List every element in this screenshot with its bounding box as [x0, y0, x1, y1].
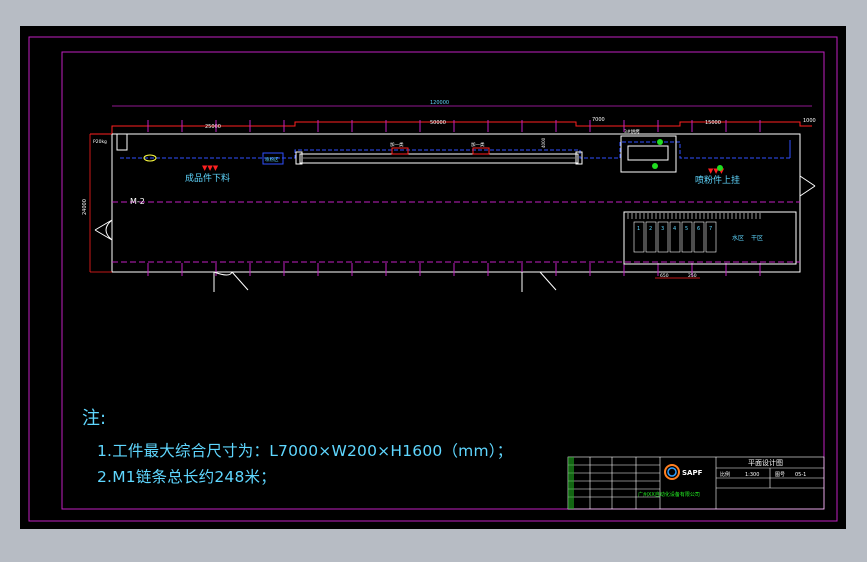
- dim-right-a: 7000: [592, 117, 605, 123]
- cad-viewport: 120000 1000 25000 50000 7000 15000 24000…: [0, 0, 867, 562]
- door-bottom-1: [213, 271, 249, 292]
- dim-right-b: 15000: [705, 120, 721, 126]
- notes-title: 注:: [82, 408, 107, 429]
- note-line-1: 1.工件最大综合尺寸为：L7000×W200×H1600（mm）；: [97, 442, 513, 460]
- dim-vert-mid: 4000: [541, 137, 546, 148]
- dim-total: 120000: [430, 100, 449, 106]
- svg-text:▼▼▼: ▼▼▼: [202, 164, 219, 172]
- building-wall: [111, 133, 801, 273]
- booth-number: 5: [685, 226, 688, 232]
- sheet-value: 05-1: [795, 472, 806, 478]
- company-name: 广州XX自动化设备有限公司: [638, 491, 700, 498]
- box-label: 喷粉区: [265, 156, 279, 163]
- station-m2: M-2: [130, 197, 145, 206]
- booth-number: 4: [673, 226, 676, 232]
- drawing-title: 平面设计图: [748, 458, 783, 467]
- booth-number: 6: [697, 226, 700, 232]
- spray-booth: [623, 211, 797, 265]
- booth-number: 1: [637, 226, 640, 232]
- company-logo-icon: SAPF: [664, 464, 703, 480]
- item-c: 3#烘烤: [624, 128, 640, 135]
- dim-mid: 50000: [430, 120, 446, 126]
- dim-bottom-a: 650: [660, 273, 669, 279]
- conveyor-chain: [120, 140, 791, 159]
- item-a: 加一类: [390, 141, 404, 148]
- svg-text:SAPF: SAPF: [682, 469, 703, 477]
- booth-number: 7: [709, 226, 712, 232]
- dim-left: 25000: [205, 124, 221, 130]
- zone-water: 水区: [732, 234, 744, 242]
- scale-value: 1:300: [745, 472, 759, 478]
- load-zone: 喷粉件上挂: [695, 174, 740, 186]
- note-line-2: 2.M1链条总长约248米；: [97, 468, 276, 486]
- oven-tunnel: [299, 153, 579, 164]
- dim-height-left: 24000: [82, 199, 88, 215]
- dim-bottom-b: 250: [688, 273, 697, 279]
- door-right: [799, 175, 816, 197]
- unload-zone: 成品件下料: [185, 172, 230, 184]
- booth-number: 3: [661, 226, 664, 232]
- sheet-label: 图号: [775, 472, 785, 478]
- title-block: [567, 456, 825, 510]
- scale-label: 比例: [720, 471, 730, 478]
- zone-dry: 干区: [751, 235, 763, 242]
- booth-number: 2: [649, 226, 652, 232]
- dim-end: 1000: [803, 118, 816, 124]
- item-b: 加一类: [471, 141, 485, 148]
- motor-tag: P20kg: [93, 139, 107, 145]
- door-bottom-2: [521, 271, 557, 292]
- door-left: [94, 219, 113, 241]
